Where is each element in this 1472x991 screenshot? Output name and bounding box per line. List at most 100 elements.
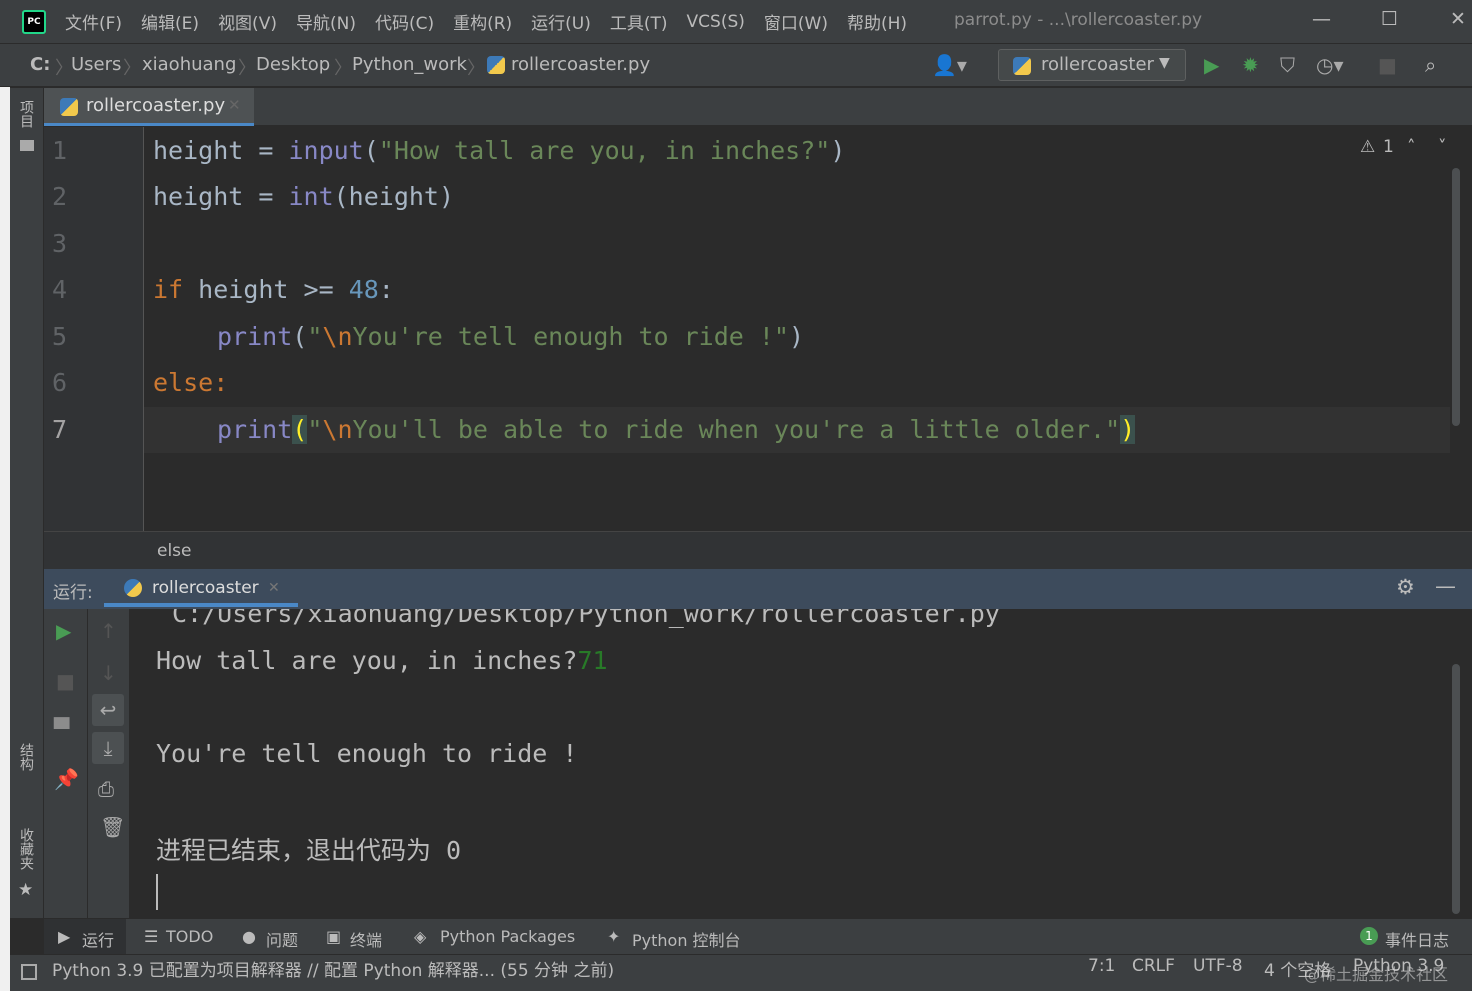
navigation-bar: C: 〉 Users 〉 xiaohuang 〉 Desktop 〉 Pytho… <box>0 43 1472 87</box>
run-toolbar-primary: ▶ ■ ▀ 📌 <box>44 609 88 918</box>
packages-icon: ◈ <box>414 927 427 946</box>
code-breadcrumb[interactable]: else <box>157 541 192 561</box>
menu-file[interactable]: 文件(F) <box>65 9 122 34</box>
menu-run[interactable]: 运行(U) <box>531 9 591 34</box>
line-ending[interactable]: CRLF <box>1132 956 1175 976</box>
run-panel-label: 运行: <box>53 583 93 603</box>
watermark: @稀土掘金技术社区 <box>1304 965 1449 984</box>
close-window-icon[interactable]: ✕ <box>1450 8 1466 30</box>
arrow-down-icon[interactable]: ↓ <box>100 661 117 685</box>
previous-highlight-icon[interactable]: ˄ <box>1407 137 1416 157</box>
profile-icon[interactable]: ◷▾ <box>1316 53 1344 77</box>
editor-scrollbar[interactable] <box>1452 168 1460 426</box>
search-icon[interactable]: ⌕ <box>1425 53 1436 77</box>
scroll-to-end-icon[interactable]: ⤓ <box>92 732 124 764</box>
stop-icon[interactable]: ■ <box>1378 53 1397 77</box>
toggle-tool-windows-icon[interactable] <box>21 964 37 980</box>
editor-tab-bar: rollercoaster.py ✕ <box>44 88 1472 126</box>
folder-icon <box>20 140 34 151</box>
tool-python-console[interactable]: Python 控制台 <box>632 927 741 951</box>
menu-tools[interactable]: 工具(T) <box>610 9 668 34</box>
breadcrumb-python-work[interactable]: Python_work <box>352 54 467 75</box>
next-highlight-icon[interactable]: ˅ <box>1438 137 1447 157</box>
code-line-4: if height >= 48: <box>153 275 394 304</box>
pin-icon[interactable]: 📌 <box>54 767 79 791</box>
hide-panel-icon[interactable]: — <box>1435 574 1456 598</box>
layout-icon[interactable]: ▀ <box>54 717 69 741</box>
user-icon[interactable]: 👤▾ <box>932 53 967 77</box>
python-run-icon <box>124 579 142 597</box>
tool-todo[interactable]: TODO <box>166 927 213 946</box>
print-icon[interactable]: ⎙ <box>98 777 114 801</box>
rerun-icon[interactable]: ▶ <box>56 619 71 643</box>
line-number-current: 7 <box>52 415 68 444</box>
trash-icon[interactable]: 🗑 <box>100 815 125 839</box>
console-output-line: You're tell enough to ride ! <box>156 739 578 768</box>
file-encoding[interactable]: UTF-8 <box>1193 956 1243 976</box>
breadcrumb-users[interactable]: Users <box>71 54 121 75</box>
python-config-icon <box>1013 57 1031 75</box>
menu-help[interactable]: 帮助(H) <box>847 9 907 34</box>
breadcrumb-drive[interactable]: C: <box>30 54 50 75</box>
problems-icon: ● <box>242 927 256 946</box>
minimize-icon[interactable]: — <box>1312 8 1331 30</box>
console-scrollbar[interactable] <box>1452 664 1460 914</box>
run-config-selector[interactable]: rollercoaster ▼ <box>998 49 1186 81</box>
code-line-5: print("\nYou're tell enough to ride !") <box>217 322 805 351</box>
soft-wrap-icon[interactable]: ↩ <box>92 694 124 726</box>
pycharm-logo-icon: PC <box>22 9 46 34</box>
tool-terminal[interactable]: 终端 <box>350 927 382 951</box>
star-icon: ★ <box>18 880 34 900</box>
tool-run-active[interactable]: ▶ 运行 <box>44 919 126 955</box>
run-icon[interactable]: ▶ <box>1204 53 1219 77</box>
line-number: 5 <box>52 322 68 351</box>
coverage-icon[interactable]: ⛉ <box>1280 53 1295 77</box>
debug-icon[interactable]: ✹ <box>1242 53 1259 77</box>
close-tab-icon[interactable]: ✕ <box>228 96 241 114</box>
cursor-position[interactable]: 7:1 <box>1088 956 1115 976</box>
menu-bar: PC 文件(F) 编辑(E) 视图(V) 导航(N) 代码(C) 重构(R) 运… <box>0 0 1472 43</box>
menu-view[interactable]: 视图(V) <box>218 9 277 34</box>
tool-run-label: 运行 <box>82 931 115 950</box>
close-run-tab-icon[interactable]: ✕ <box>268 580 280 596</box>
status-message[interactable]: Python 3.9 已配置为项目解释器 // 配置 Python 解释器...… <box>52 956 614 981</box>
window-title: parrot.py - ...\rollercoaster.py <box>954 10 1203 30</box>
console-exit-message: 进程已结束，退出代码为 0 <box>156 836 462 865</box>
maximize-icon[interactable]: ☐ <box>1381 8 1398 30</box>
event-log-badge: 1 <box>1360 927 1378 945</box>
line-number: 6 <box>52 368 68 397</box>
run-tab-label[interactable]: rollercoaster <box>152 578 259 598</box>
menu-vcs[interactable]: VCS(S) <box>687 12 745 32</box>
menu-code[interactable]: 代码(C) <box>375 9 434 34</box>
menu-refactor[interactable]: 重构(R) <box>453 9 512 34</box>
menu-navigate[interactable]: 导航(N) <box>296 9 356 34</box>
run-tab-underline <box>104 603 298 607</box>
warning-icon[interactable]: ⚠ <box>1360 137 1375 157</box>
console-path-line: C:/Users/xiaohuang/Desktop/Python_work/r… <box>172 609 1000 628</box>
breadcrumb-desktop[interactable]: Desktop <box>256 54 330 75</box>
tab-label: rollercoaster.py <box>86 95 226 116</box>
tool-problems[interactable]: 问题 <box>266 927 298 951</box>
python-file-icon <box>487 56 505 74</box>
tool-window-bar: ▶ 运行 ☰ TODO ● 问题 ▣ 终端 ◈ Python Packages … <box>44 918 1472 955</box>
code-line-2: height = int(height) <box>153 182 455 211</box>
structure-tab[interactable]: 结构 <box>16 743 36 771</box>
window-left-edge <box>0 0 10 991</box>
tab-rollercoaster-py[interactable]: rollercoaster.py ✕ <box>44 88 254 126</box>
console-output[interactable]: C:/Users/xiaohuang/Desktop/Python_work/r… <box>130 609 1450 918</box>
gear-icon[interactable]: ⚙ <box>1396 575 1415 599</box>
breadcrumb-xiaohuang[interactable]: xiaohuang <box>142 54 236 75</box>
run-config-label: rollercoaster <box>1041 54 1154 75</box>
favorites-tab[interactable]: 收藏夹 <box>16 828 36 870</box>
breadcrumb-file[interactable]: rollercoaster.py <box>511 54 650 75</box>
tool-python-packages[interactable]: Python Packages <box>440 927 575 946</box>
code-breadcrumb-bar: else <box>44 531 1472 569</box>
arrow-up-icon[interactable]: ↑ <box>100 619 117 643</box>
menu-window[interactable]: 窗口(W) <box>764 9 828 34</box>
menu-edit[interactable]: 编辑(E) <box>141 9 199 34</box>
tool-event-log[interactable]: 事件日志 <box>1385 927 1449 951</box>
project-tab[interactable]: 项目 <box>16 100 36 128</box>
terminal-icon: ▣ <box>326 927 342 946</box>
todo-icon: ☰ <box>144 927 159 946</box>
stop-run-icon[interactable]: ■ <box>56 669 75 693</box>
